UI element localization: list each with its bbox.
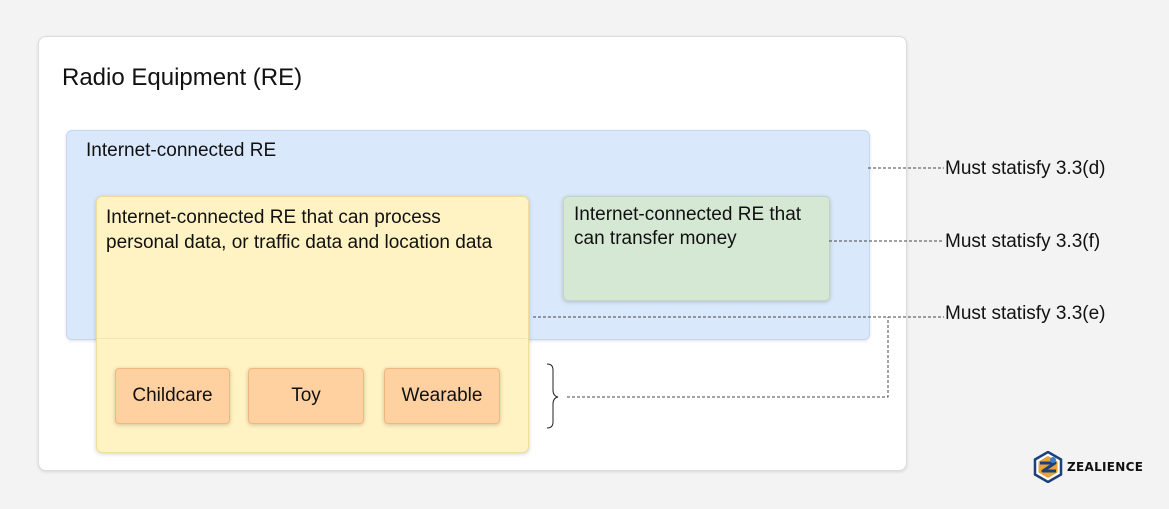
categories-brace [546,363,559,429]
connector-categories-3-3-e [567,317,889,398]
requirement-3-3-e: Must statisfy 3.3(e) [945,303,1106,324]
zealience-logo-icon [1033,451,1063,483]
zealience-logo: ZEALIENCE [1033,450,1143,484]
connector-lines [533,167,944,429]
requirement-3-3-d: Must statisfy 3.3(d) [945,158,1106,179]
requirement-3-3-f: Must statisfy 3.3(f) [945,231,1101,252]
zealience-logo-text: ZEALIENCE [1067,460,1144,474]
